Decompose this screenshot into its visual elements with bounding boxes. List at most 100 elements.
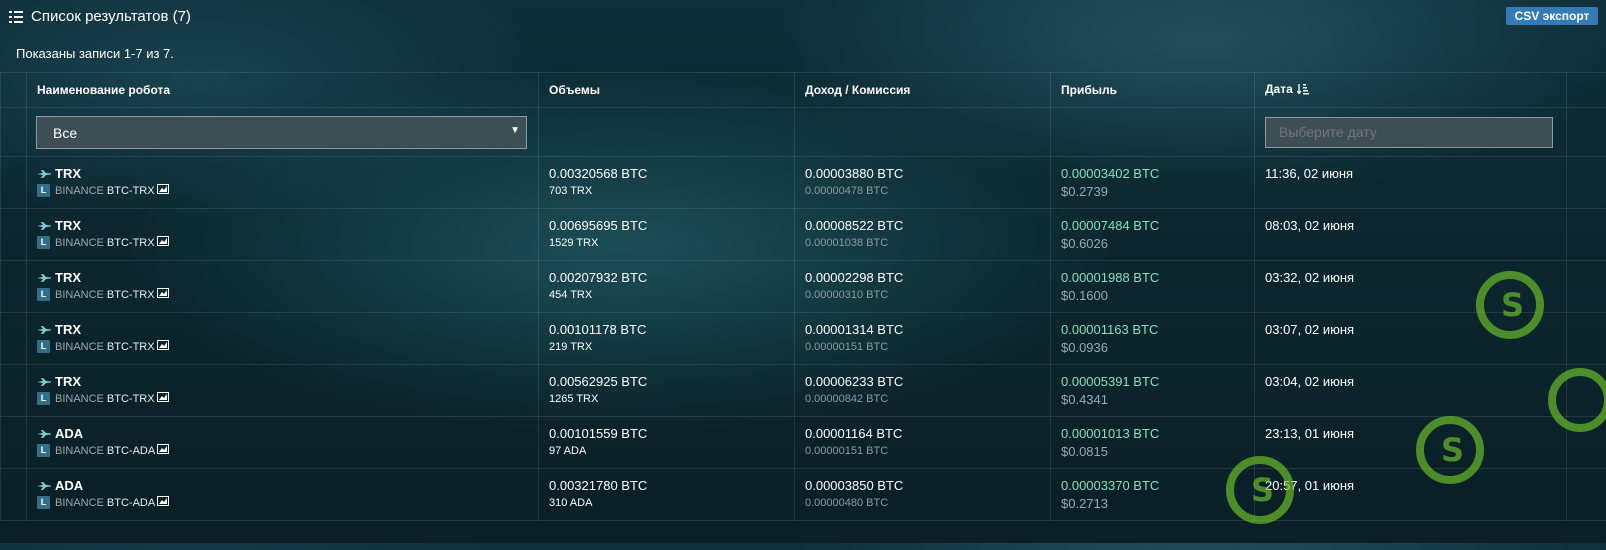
income-value: 0.00008522 BTC xyxy=(805,218,1050,233)
column-header-income[interactable]: Доход / Комиссия xyxy=(795,73,1051,108)
robot-coin[interactable]: ADA xyxy=(55,426,83,441)
volume-coin: 703 TRX xyxy=(549,185,794,197)
commission-value: 0.00000151 BTC xyxy=(805,445,1050,457)
table-row[interactable]: TRX L BINANCE BTC-TRX 0.00101178 BTC 219… xyxy=(1,313,1606,365)
list-icon xyxy=(9,11,23,23)
column-header-profit[interactable]: Прибыль xyxy=(1051,73,1255,108)
plane-icon xyxy=(37,274,51,282)
robot-cell: TRX L BINANCE BTC-TRX xyxy=(27,209,539,261)
row-spacer-cell xyxy=(1,417,27,469)
table-row[interactable]: ADA L BINANCE BTC-ADA 0.00101559 BTC 97 … xyxy=(1,417,1606,469)
volume-cell: 0.00101559 BTC 97 ADA xyxy=(539,417,795,469)
row-spacer-cell xyxy=(1,313,27,365)
commission-value: 0.00000480 BTC xyxy=(805,497,1050,509)
table-row[interactable]: TRX L BINANCE BTC-TRX 0.00562925 BTC 126… xyxy=(1,365,1606,417)
profit-cell: 0.00005391 BTC $0.4341 xyxy=(1051,365,1255,417)
robot-filter-select[interactable]: Все ▼ xyxy=(36,116,527,149)
trade-date: 11:36, 02 июня xyxy=(1265,166,1566,181)
date-cell: 03:07, 02 июня xyxy=(1255,313,1567,365)
robot-filter-value: Все xyxy=(53,125,77,141)
volume-cell: 0.00320568 BTC 703 TRX xyxy=(539,157,795,209)
chart-icon[interactable] xyxy=(157,496,169,509)
table-row[interactable]: TRX L BINANCE BTC-TRX 0.00320568 BTC 703… xyxy=(1,157,1606,209)
table-row[interactable]: TRX L BINANCE BTC-TRX 0.00695695 BTC 152… xyxy=(1,209,1606,261)
date-cell: 23:13, 01 июня xyxy=(1255,417,1567,469)
robot-coin[interactable]: TRX xyxy=(55,218,81,233)
chart-icon[interactable] xyxy=(157,392,169,405)
row-spacer-cell xyxy=(1,469,27,521)
income-value: 0.00006233 BTC xyxy=(805,374,1050,389)
volume-cell: 0.00101178 BTC 219 TRX xyxy=(539,313,795,365)
volume-coin: 1529 TRX xyxy=(549,237,794,249)
exchange-name: BINANCE xyxy=(55,497,104,509)
chart-icon[interactable] xyxy=(157,444,169,457)
chevron-down-icon: ▼ xyxy=(510,125,520,136)
profit-cell: 0.00001988 BTC $0.1600 xyxy=(1051,261,1255,313)
chart-icon[interactable] xyxy=(157,236,169,249)
robot-coin[interactable]: ADA xyxy=(55,478,83,493)
robot-coin[interactable]: TRX xyxy=(55,270,81,285)
volume-coin: 310 ADA xyxy=(549,497,794,509)
volume-btc: 0.00321780 BTC xyxy=(549,478,794,493)
robot-type-badge: L xyxy=(37,236,50,249)
income-cell: 0.00003850 BTC 0.00000480 BTC xyxy=(795,469,1051,521)
row-spacer-cell xyxy=(1,261,27,313)
robot-coin[interactable]: TRX xyxy=(55,322,81,337)
records-summary: Показаны записи 1-7 из 7. xyxy=(16,46,174,61)
income-value: 0.00003850 BTC xyxy=(805,478,1050,493)
volume-cell: 0.00562925 BTC 1265 TRX xyxy=(539,365,795,417)
robot-type-badge: L xyxy=(37,288,50,301)
table-row[interactable]: TRX L BINANCE BTC-TRX 0.00207932 BTC 454… xyxy=(1,261,1606,313)
sort-desc-icon[interactable] xyxy=(1297,83,1309,98)
row-spacer-cell xyxy=(1,209,27,261)
table-row[interactable]: ADA L BINANCE BTC-ADA 0.00321780 BTC 310… xyxy=(1,469,1606,521)
chart-icon[interactable] xyxy=(157,340,169,353)
volume-btc: 0.00320568 BTC xyxy=(549,166,794,181)
profit-cell: 0.00007484 BTC $0.6026 xyxy=(1051,209,1255,261)
profit-cell: 0.00001013 BTC $0.0815 xyxy=(1051,417,1255,469)
plane-icon xyxy=(37,378,51,386)
robot-type-badge: L xyxy=(37,184,50,197)
profit-btc: 0.00003402 BTC xyxy=(1061,166,1254,181)
volume-btc: 0.00101559 BTC xyxy=(549,426,794,441)
date-filter-input[interactable] xyxy=(1265,117,1553,148)
results-title: Список результатов (7) xyxy=(31,8,191,25)
row-extra-cell xyxy=(1567,261,1606,313)
exchange-name: BINANCE xyxy=(55,341,104,353)
robot-coin[interactable]: TRX xyxy=(55,374,81,389)
robot-cell: TRX L BINANCE BTC-TRX xyxy=(27,261,539,313)
trade-date: 03:04, 02 июня xyxy=(1265,374,1566,389)
column-header-date[interactable]: Дата xyxy=(1255,73,1567,108)
exchange-name: BINANCE xyxy=(55,185,104,197)
column-header-volumes[interactable]: Объемы xyxy=(539,73,795,108)
profit-usd: $0.1600 xyxy=(1061,288,1254,303)
date-cell: 03:04, 02 июня xyxy=(1255,365,1567,417)
volume-cell: 0.00207932 BTC 454 TRX xyxy=(539,261,795,313)
commission-value: 0.00000310 BTC xyxy=(805,289,1050,301)
chart-icon[interactable] xyxy=(157,288,169,301)
date-cell: 08:03, 02 июня xyxy=(1255,209,1567,261)
plane-icon xyxy=(37,482,51,490)
profit-cell: 0.00003402 BTC $0.2739 xyxy=(1051,157,1255,209)
exchange-name: BINANCE xyxy=(55,237,104,249)
date-header-label: Дата xyxy=(1265,82,1293,96)
trade-date: 08:03, 02 июня xyxy=(1265,218,1566,233)
exchange-name: BINANCE xyxy=(55,289,104,301)
csv-export-button[interactable]: CSV экспорт xyxy=(1506,7,1598,25)
income-cell: 0.00003880 BTC 0.00000478 BTC xyxy=(795,157,1051,209)
chart-icon[interactable] xyxy=(157,184,169,197)
robot-coin[interactable]: TRX xyxy=(55,166,81,181)
trading-pair: BTC-TRX xyxy=(107,341,155,353)
volume-btc: 0.00562925 BTC xyxy=(549,374,794,389)
trading-pair: BTC-ADA xyxy=(107,445,155,457)
trading-pair: BTC-TRX xyxy=(107,237,155,249)
row-extra-cell xyxy=(1567,417,1606,469)
date-cell: 03:32, 02 июня xyxy=(1255,261,1567,313)
volume-coin: 97 ADA xyxy=(549,445,794,457)
volume-cell: 0.00321780 BTC 310 ADA xyxy=(539,469,795,521)
trading-pair: BTC-TRX xyxy=(107,185,155,197)
income-cell: 0.00006233 BTC 0.00000842 BTC xyxy=(795,365,1051,417)
column-header-robot[interactable]: Наименование робота xyxy=(27,73,539,108)
checkbox-column-header xyxy=(1,73,27,108)
row-extra-cell xyxy=(1567,313,1606,365)
